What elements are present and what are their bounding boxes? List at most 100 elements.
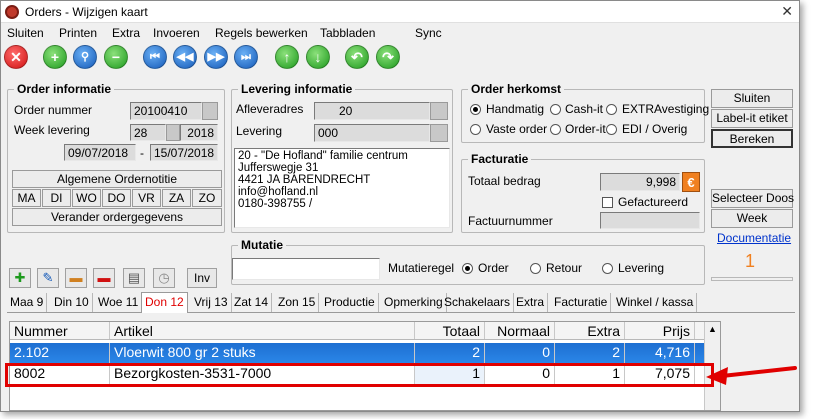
next-icon[interactable]: ▶▶: [204, 45, 228, 69]
levering-info-group: Levering informatie Afleveradres 20 Leve…: [231, 82, 453, 233]
label-it-etiket-button[interactable]: Label-it etiket: [711, 109, 793, 128]
edit-icon[interactable]: ✎: [37, 268, 59, 288]
red-arrow-annotation-icon: [706, 366, 797, 385]
table-row[interactable]: 2.102 Vloerwit 800 gr 2 stuks 2 0 2 4,71…: [10, 343, 710, 363]
day-button-vr[interactable]: VR: [132, 189, 161, 207]
mutatie-radio-order[interactable]: [462, 263, 473, 274]
inv-button[interactable]: Inv: [187, 268, 217, 288]
tab-winkel-kassa[interactable]: Winkel / kassa: [613, 293, 698, 312]
levering-lookup-button[interactable]: [430, 124, 448, 142]
close-icon[interactable]: ✕: [4, 45, 28, 69]
menu-invoeren[interactable]: Invoeren: [153, 26, 200, 40]
tab-vrij-13[interactable]: Vrij 13: [191, 293, 232, 312]
selecteer-doos-button[interactable]: Selecteer Doos: [711, 189, 794, 208]
herkomst-radio-vaste-order[interactable]: [470, 124, 481, 135]
date-to-field[interactable]: 15/07/2018: [150, 144, 218, 161]
week-spin-button[interactable]: [166, 124, 180, 141]
week-button[interactable]: Week: [711, 209, 793, 228]
last-icon[interactable]: ⏭: [234, 45, 258, 69]
tab-productie[interactable]: Productie: [321, 293, 379, 312]
year-field[interactable]: 2018: [180, 124, 218, 141]
date-from-field[interactable]: 09/07/2018: [64, 144, 136, 161]
order-info-legend: Order informatie: [14, 82, 115, 96]
levering-label: Levering: [236, 124, 283, 138]
herkomst-radio-order-it[interactable]: [550, 124, 561, 135]
tab-extra[interactable]: Extra: [513, 293, 549, 312]
column-header-prijs[interactable]: Prijs: [625, 322, 695, 339]
column-header-totaal[interactable]: Totaal: [415, 322, 485, 339]
counter-value: 1: [745, 251, 756, 271]
tab-opmerking[interactable]: Opmerking: [381, 293, 447, 312]
totaal-bedrag-label: Totaal bedrag: [468, 174, 541, 188]
menu-extra[interactable]: Extra: [112, 26, 140, 40]
tab-woe-11[interactable]: Woe 11: [95, 293, 143, 312]
algemene-ordernotitie-button[interactable]: Algemene Ordernotitie: [12, 170, 222, 188]
search-icon[interactable]: ⚲: [73, 45, 97, 69]
herkomst-radio-extravestiging[interactable]: [606, 104, 617, 115]
menu-tabbladen[interactable]: Tabbladen: [320, 26, 375, 40]
tab-zat-14[interactable]: Zat 14: [231, 293, 273, 312]
bereken-button[interactable]: Bereken: [711, 129, 793, 148]
remove-icon[interactable]: −: [104, 45, 128, 69]
mutatie-legend: Mutatie: [238, 238, 286, 252]
column-header-extra[interactable]: Extra: [555, 322, 625, 339]
scroll-up-icon[interactable]: ▲: [708, 324, 717, 334]
tab-zon-15[interactable]: Zon 15: [275, 293, 320, 312]
week-field[interactable]: 28: [130, 124, 166, 141]
levering-field[interactable]: 000: [314, 124, 430, 142]
tab-don-12[interactable]: Don 12: [141, 292, 188, 313]
sluiten-button[interactable]: Sluiten: [711, 89, 793, 108]
previous-icon[interactable]: ◀◀: [173, 45, 197, 69]
tab-din-10[interactable]: Din 10: [51, 293, 93, 312]
add-row-icon[interactable]: ✚: [9, 268, 31, 288]
day-button-zo[interactable]: ZO: [192, 189, 222, 207]
folder-icon[interactable]: ▬: [65, 268, 87, 288]
facturatie-legend: Facturatie: [468, 152, 532, 166]
herkomst-radio-edi[interactable]: [606, 124, 617, 135]
arrow-up-icon[interactable]: ↑: [275, 45, 299, 69]
herkomst-label-edi: EDI / Overig: [622, 122, 688, 136]
clock-icon[interactable]: ◷: [153, 268, 175, 288]
redo-icon[interactable]: ↷: [376, 45, 400, 69]
first-icon[interactable]: ⏮: [143, 45, 167, 69]
order-number-lookup-button[interactable]: [202, 102, 218, 120]
column-header-normaal[interactable]: Normaal: [485, 322, 555, 339]
mutatie-input[interactable]: [232, 258, 380, 280]
tab-maa-9[interactable]: Maa 9: [7, 293, 48, 312]
mutatie-radio-retour[interactable]: [530, 263, 541, 274]
menu-regels-bewerken[interactable]: Regels bewerken: [215, 26, 308, 40]
column-header-artikel[interactable]: Artikel: [110, 322, 415, 339]
order-number-field[interactable]: 20100410: [130, 102, 202, 120]
factuurnummer-field[interactable]: [600, 212, 700, 229]
afleveradres-field[interactable]: 20: [314, 102, 430, 120]
menu-sluiten[interactable]: Sluiten: [7, 26, 44, 40]
add-icon[interactable]: +: [43, 45, 67, 69]
day-button-di[interactable]: DI: [42, 189, 71, 207]
mutatie-radio-levering[interactable]: [602, 263, 613, 274]
tab-facturatie[interactable]: Facturatie: [551, 293, 612, 312]
cell-normaal: 0: [485, 343, 555, 363]
afleveradres-lookup-button[interactable]: [430, 102, 448, 120]
verander-ordergegevens-button[interactable]: Verander ordergegevens: [12, 208, 222, 226]
window-close-button[interactable]: ✕: [781, 3, 793, 20]
day-button-ma[interactable]: MA: [12, 189, 41, 207]
menu-bar: Sluiten Printen Extra Invoeren Regels be…: [1, 24, 799, 42]
arrow-down-icon[interactable]: ↓: [306, 45, 330, 69]
delete-row-icon[interactable]: ▬: [93, 268, 115, 288]
herkomst-radio-handmatig[interactable]: [470, 104, 481, 115]
undo-icon[interactable]: ↶: [345, 45, 369, 69]
day-button-za[interactable]: ZA: [162, 189, 191, 207]
notes-icon[interactable]: ▤: [123, 268, 145, 288]
gefactureerd-checkbox[interactable]: [602, 197, 613, 208]
herkomst-radio-cash-it[interactable]: [550, 104, 561, 115]
menu-sync[interactable]: Sync: [415, 26, 442, 40]
menu-printen[interactable]: Printen: [59, 26, 97, 40]
afleveradres-label: Afleveradres: [236, 102, 304, 116]
day-button-wo[interactable]: WO: [72, 189, 101, 207]
tab-schakelaars[interactable]: Schakelaars: [441, 293, 515, 312]
documentatie-link[interactable]: Documentatie: [717, 231, 791, 245]
column-header-nummer[interactable]: Nummer: [10, 322, 110, 339]
order-info-group: Order informatie Order nummer 20100410 W…: [7, 82, 225, 233]
day-button-do[interactable]: DO: [102, 189, 131, 207]
currency-euro-icon[interactable]: €: [682, 172, 700, 192]
